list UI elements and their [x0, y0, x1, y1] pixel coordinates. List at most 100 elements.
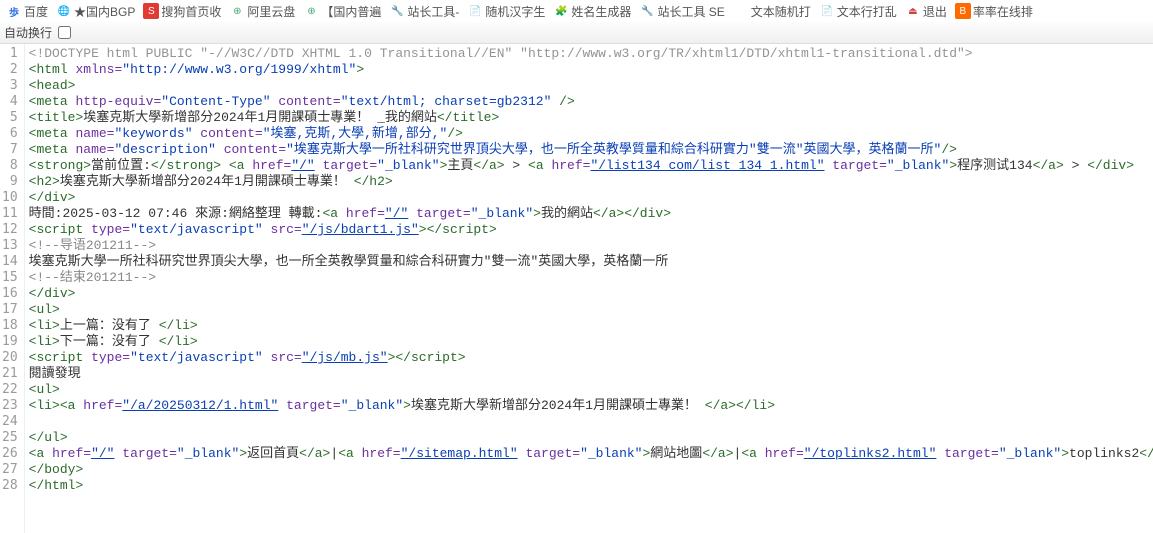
code-token: <title> [29, 110, 84, 125]
code-token: </a> [702, 446, 733, 461]
code-token: target= [518, 446, 580, 461]
code-token: </h2> [354, 174, 393, 189]
line-number: 19 [2, 334, 18, 350]
bookmark-item[interactable]: 歩百度 [4, 3, 50, 20]
bookmarks-bar: 歩百度🌐★国内BGPS搜狗首页收⊕阿里云盘⊕【国内普遍🔧站长工具-📄随机汉字生🧩… [0, 0, 1153, 22]
bookmark-label: 站长工具- [407, 3, 459, 20]
code-token: <script [29, 222, 91, 237]
line-number: 10 [2, 190, 18, 206]
line-number: 21 [2, 366, 18, 382]
bookmark-item[interactable]: 🔧站长工具- [387, 3, 461, 20]
code-token: target= [936, 446, 998, 461]
code-token: "_blank" [377, 158, 439, 173]
code-token: target= [114, 446, 176, 461]
bookmark-item[interactable]: 文本随机打 [731, 3, 813, 20]
code-token: href= [362, 446, 401, 461]
line-number: 23 [2, 398, 18, 414]
code-token: name= [75, 142, 114, 157]
code-token: ></script> [419, 222, 497, 237]
code-token: <!DOCTYPE html PUBLIC "-//W3C//DTD XHTML… [29, 46, 973, 61]
autowrap-checkbox[interactable] [58, 26, 71, 39]
line-number: 15 [2, 270, 18, 286]
href-link[interactable]: "/list134_com/list_134_1.html" [590, 158, 824, 173]
bookmark-item[interactable]: ⏏退出 [903, 3, 949, 20]
code-token: </li> [159, 334, 198, 349]
line-number: 2 [2, 62, 18, 78]
bookmark-label: 姓名生成器 [571, 3, 631, 20]
code-token: href= [52, 446, 91, 461]
href-link[interactable]: "/" [291, 158, 314, 173]
href-link[interactable]: "/" [91, 446, 114, 461]
code-token: > [1061, 446, 1069, 461]
line-number: 12 [2, 222, 18, 238]
code-token: "text/javascript" [130, 350, 263, 365]
bookmark-item[interactable]: 📄文本行打乱 [817, 3, 899, 20]
href-link[interactable]: "/" [385, 206, 408, 221]
href-link[interactable]: "/toplinks2.html" [804, 446, 937, 461]
line-number: 9 [2, 174, 18, 190]
code-token: 返回首頁 [247, 446, 299, 461]
bookmark-item[interactable]: 🧩姓名生成器 [551, 3, 633, 20]
bookmark-item[interactable]: ⊕阿里云盘 [227, 3, 297, 20]
line-number: 5 [2, 110, 18, 126]
code-token: href= [765, 446, 804, 461]
bookmark-item[interactable]: 🌐★国内BGP [54, 3, 137, 20]
line-number: 7 [2, 142, 18, 158]
code-line: <!--导语201211--> [29, 238, 1149, 254]
line-number: 28 [2, 478, 18, 494]
line-number: 20 [2, 350, 18, 366]
code-token: <!--导语201211--> [29, 238, 156, 253]
code-token: 當前位置: [91, 158, 151, 173]
code-line: <script type="text/javascript" src="/js/… [29, 222, 1149, 238]
line-number: 26 [2, 446, 18, 462]
code-token: </a> [473, 158, 504, 173]
href-link[interactable]: "/sitemap.html" [401, 446, 518, 461]
code-token: toplinks2 [1069, 446, 1139, 461]
code-token: <li> [29, 318, 60, 333]
bookmark-item[interactable]: 🔧站长工具 SE [637, 3, 726, 20]
code-token: </a> [1033, 158, 1064, 173]
code-token: <meta [29, 126, 76, 141]
code-token: xmlns= [75, 62, 122, 77]
code-token: content= [271, 94, 341, 109]
line-number: 8 [2, 158, 18, 174]
code-token: /> [551, 94, 574, 109]
bookmark-label: 文本随机打 [751, 3, 811, 20]
code-token: 時間:2025-03-12 07:46 來源:網絡整理 轉載: [29, 206, 323, 221]
code-line: </ul> [29, 430, 1149, 446]
code-token: <a [29, 446, 52, 461]
code-token: </html> [29, 478, 84, 493]
href-link[interactable]: "/js/bdart1.js" [302, 222, 419, 237]
code-token: target= [278, 398, 340, 413]
code-line: <script type="text/javascript" src="/js/… [29, 350, 1149, 366]
href-link[interactable]: "/js/mb.js" [302, 350, 388, 365]
line-number: 1 [2, 46, 18, 62]
code-token: > [505, 158, 528, 173]
code-token: </a> [299, 446, 330, 461]
bookmark-item[interactable]: 📄随机汉字生 [465, 3, 547, 20]
code-line: <meta http-equiv="Content-Type" content=… [29, 94, 1149, 110]
bookmark-item[interactable]: S搜狗首页收 [141, 3, 223, 20]
code-line: 埃塞克斯大學一所社科研究世界頂尖大學，也一所全英教學質量和綜合科研實力"雙一流"… [29, 254, 1149, 270]
sogou-icon: S [143, 3, 159, 19]
code-line: <ul> [29, 302, 1149, 318]
code-token: "http://www.w3.org/1999/xhtml" [122, 62, 356, 77]
aliyun-icon: ⊕ [229, 3, 245, 19]
code-line: <strong>當前位置:</strong> <a href="/" targe… [29, 158, 1149, 174]
bookmark-item[interactable]: B率率在线排 [953, 3, 1035, 20]
code-token: > [1064, 158, 1087, 173]
bookmark-label: 文本行打乱 [837, 3, 897, 20]
code-token: </ul> [29, 430, 68, 445]
code-token: /> [941, 142, 957, 157]
code-area[interactable]: <!DOCTYPE html PUBLIC "-//W3C//DTD XHTML… [25, 44, 1153, 533]
code-token: target= [825, 158, 887, 173]
href-link[interactable]: "/a/20250312/1.html" [122, 398, 278, 413]
autowrap-label: 自动换行 [4, 24, 52, 41]
bookmark-label: ★国内BGP [74, 3, 135, 20]
globe-icon: 🌐 [56, 3, 72, 19]
code-token: <li> [29, 334, 60, 349]
code-token: <li><a [29, 398, 84, 413]
text-icon [733, 3, 749, 19]
line-number: 11 [2, 206, 18, 222]
bookmark-item[interactable]: ⊕【国内普遍 [301, 3, 383, 20]
